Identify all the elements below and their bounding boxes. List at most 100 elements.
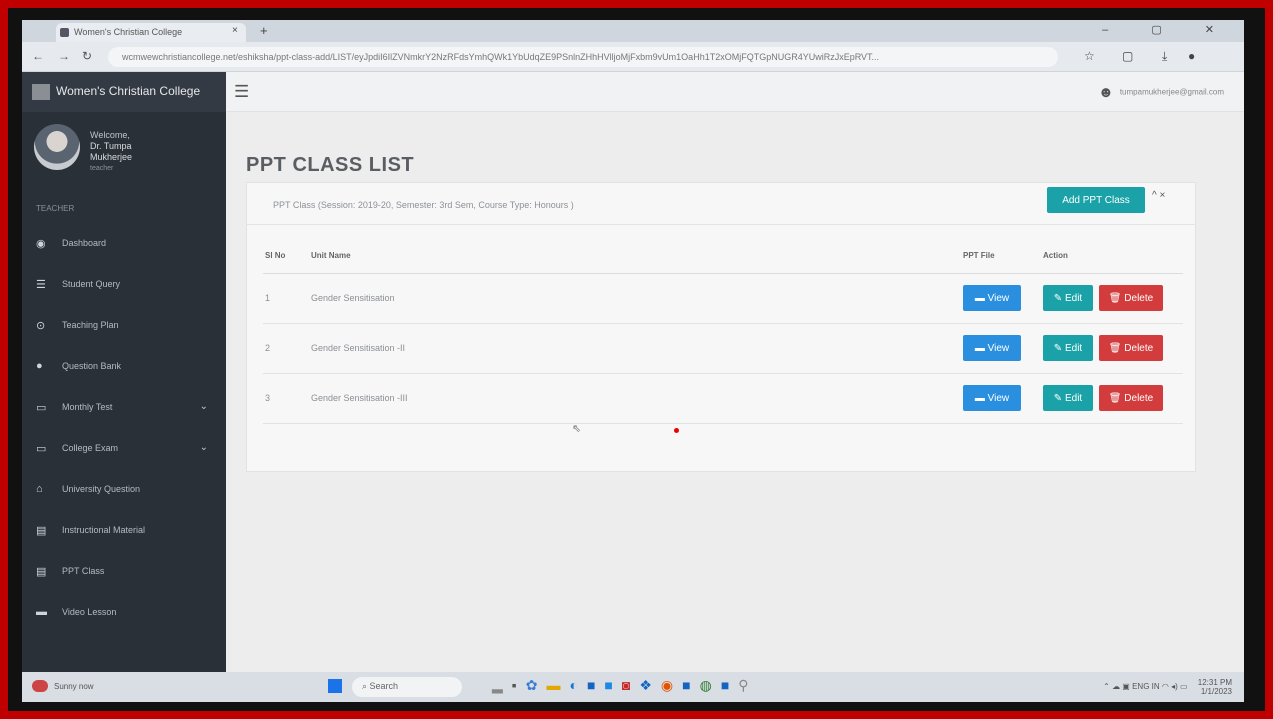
bookmark-star-icon[interactable]: ☆: [1084, 49, 1095, 63]
row-unit-name: Gender Sensitisation -II: [311, 323, 963, 374]
tab-title: Women's Christian College: [74, 27, 183, 37]
sidebar-item-instructional-material[interactable]: ▤ Instructional Material: [22, 511, 226, 552]
brand[interactable]: Women's Christian College: [22, 72, 226, 112]
window-controls[interactable]: – ▢ ✕: [1102, 23, 1234, 36]
edit-button[interactable]: ✎ Edit: [1043, 385, 1093, 411]
download-icon[interactable]: ⤓: [1162, 49, 1167, 64]
dashboard-icon: ◉: [36, 238, 46, 250]
clock: 12:31 PM 1/1/2023: [1198, 678, 1232, 696]
top-bar: ☰ ☻ tumpamukherjee@gmail.com: [226, 72, 1244, 112]
row-unit-name: Gender Sensitisation: [311, 273, 963, 324]
row-sl: 2: [263, 323, 311, 374]
profile-icon[interactable]: ●: [1188, 49, 1195, 63]
user-name-line2: Mukherjee: [90, 152, 133, 162]
sidebar-item-dashboard[interactable]: ◉ Dashboard: [22, 224, 226, 265]
question-icon: ●: [36, 360, 43, 372]
sidebar-item-question-bank[interactable]: ● Question Bank: [22, 347, 226, 388]
sidebar-section-label: TEACHER: [36, 204, 75, 213]
user-name-line1: Dr. Tumpa: [90, 141, 132, 151]
video-icon: ▬: [36, 606, 47, 618]
user-menu[interactable]: ☻ tumpamukherjee@gmail.com: [1098, 84, 1224, 101]
sidebar-item-monthly-test[interactable]: ▭ Monthly Test ⌄: [22, 388, 226, 429]
clock-time: 12:31 PM: [1197, 678, 1232, 687]
monitor-screen: Women's Christian College × + – ▢ ✕ ← → …: [22, 20, 1244, 702]
back-icon[interactable]: ←: [32, 49, 44, 63]
row-sl: 1: [263, 273, 311, 324]
sidebar-item-label: Student Query: [62, 279, 121, 289]
photo-frame: Women's Christian College × + – ▢ ✕ ← → …: [8, 8, 1265, 711]
welcome-text: Welcome,: [90, 130, 130, 140]
taskbar-search-label: Search: [369, 681, 399, 691]
sidebar-item-label: Dashboard: [62, 238, 107, 248]
view-button[interactable]: ▬ View: [963, 285, 1021, 311]
college-logo-icon: [32, 84, 50, 100]
address-bar-row: ← → ↻ wcmwewchristiancollege.net/eshiksh…: [22, 42, 1244, 72]
sidebar-item-college-exam[interactable]: ▭ College Exam ⌄: [22, 429, 226, 470]
tab-close-icon[interactable]: ×: [232, 25, 238, 36]
row-ppt-file: ▬ View: [963, 323, 1043, 374]
view-button[interactable]: ▬ View: [963, 335, 1021, 361]
brand-name: Women's Christian College: [56, 84, 201, 99]
document-icon: ▤: [36, 525, 47, 537]
document-icon: ▤: [36, 566, 47, 578]
sidebar-item-university-question[interactable]: ⌂ University Question: [22, 470, 226, 511]
url-field[interactable]: wcmwewchristiancollege.net/eshiksha/ppt-…: [108, 47, 1058, 67]
delete-button[interactable]: 🗑 Delete: [1099, 385, 1163, 411]
taskbar-search[interactable]: ⌕ Search: [352, 677, 462, 697]
weather-widget[interactable]: Sunny now: [28, 678, 158, 696]
col-sl-no: Sl No: [263, 239, 311, 274]
table-row: 1 Gender Sensitisation ▬ View ✎ Edit 🗑 De…: [263, 273, 1183, 324]
user-profile: Welcome, Dr. Tumpa Mukherjee teacher: [22, 112, 226, 196]
start-button[interactable]: [328, 679, 342, 693]
edit-button[interactable]: ✎ Edit: [1043, 335, 1093, 361]
row-actions: ✎ Edit 🗑 Delete: [1043, 273, 1183, 324]
page-title: PPT CLASS LIST: [246, 154, 415, 176]
taskbar-apps[interactable]: ▂▪✿▬◐■■◙❖◉■◍■⚲: [492, 677, 758, 694]
sidebar-item-label: Monthly Test: [62, 402, 113, 412]
view-button[interactable]: ▬ View: [963, 385, 1021, 411]
os-taskbar: Sunny now ⌕ Search ▂▪✿▬◐■■◙❖◉■◍■⚲ ⌃ ☁ ▣ …: [22, 672, 1244, 702]
edit-button[interactable]: ✎ Edit: [1043, 285, 1093, 311]
col-action: Action: [1043, 239, 1183, 274]
monitor-icon: ▭: [36, 443, 47, 455]
add-ppt-class-button[interactable]: Add PPT Class: [1047, 187, 1145, 213]
sidebar-item-video-lesson[interactable]: ▬ Video Lesson: [22, 593, 226, 634]
delete-button[interactable]: 🗑 Delete: [1099, 285, 1163, 311]
collections-icon[interactable]: ▢: [1122, 49, 1133, 63]
col-unit-name: Unit Name: [311, 239, 963, 274]
user-icon: ☻: [1098, 84, 1114, 101]
table-header-row: Sl No Unit Name PPT File Action: [263, 239, 1183, 274]
new-tab-button[interactable]: +: [260, 23, 268, 38]
view-label: View: [987, 342, 1010, 354]
sidebar: Women's Christian College Welcome, Dr. T…: [22, 72, 226, 672]
sidebar-item-teaching-plan[interactable]: ⊙ Teaching Plan: [22, 306, 226, 347]
sidebar-item-label: Instructional Material: [62, 525, 146, 535]
reload-icon[interactable]: ↻: [82, 49, 92, 63]
sidebar-item-label: Question Bank: [62, 361, 122, 371]
delete-button[interactable]: 🗑 Delete: [1099, 335, 1163, 361]
browser-tab-bar: Women's Christian College × + – ▢ ✕: [22, 20, 1244, 42]
panel-collapse-close-icons[interactable]: ^ ×: [1152, 190, 1165, 201]
clock-icon: ⊙: [36, 320, 46, 332]
browser-tab[interactable]: Women's Christian College: [56, 23, 246, 42]
ppt-class-panel: PPT Class (Session: 2019-20, Semester: 3…: [246, 182, 1196, 472]
chevron-down-icon: ⌄: [199, 442, 208, 453]
sidebar-item-student-query[interactable]: ☰ Student Query: [22, 265, 226, 306]
ppt-class-table: Sl No Unit Name PPT File Action 1 Gender…: [263, 239, 1183, 424]
weather-text: Sunny now: [54, 682, 94, 691]
forward-icon[interactable]: →: [58, 49, 70, 63]
university-icon: ⌂: [36, 483, 43, 495]
menu-toggle-icon[interactable]: ☰: [234, 82, 249, 102]
list-icon: ☰: [36, 279, 46, 291]
system-tray[interactable]: ⌃ ☁ ▣ ENG IN ◠ ◂) ▭ 12:31 PM 1/1/2023: [1103, 678, 1232, 696]
row-actions: ✎ Edit 🗑 Delete: [1043, 373, 1183, 424]
welcome-block: Welcome, Dr. Tumpa Mukherjee teacher: [90, 130, 132, 174]
delete-label: Delete: [1124, 342, 1154, 354]
weather-icon: [32, 680, 48, 692]
panel-header: PPT Class (Session: 2019-20, Semester: 3…: [247, 183, 1195, 225]
sidebar-item-ppt-class[interactable]: ▤ PPT Class: [22, 552, 226, 593]
delete-label: Delete: [1124, 392, 1154, 404]
favicon-icon: [60, 28, 69, 37]
sidebar-item-label: College Exam: [62, 443, 119, 453]
edit-label: Edit: [1064, 392, 1083, 404]
